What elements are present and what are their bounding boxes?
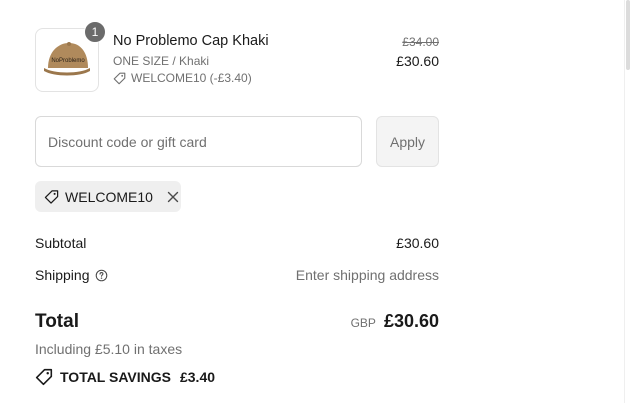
scrollbar[interactable] [626,0,630,70]
product-variant: ONE SIZE / Khaki [113,54,210,68]
help-circle-icon[interactable] [95,269,108,282]
quantity-badge: 1 [84,21,106,43]
total-savings: TOTAL SAVINGS £3.40 [35,368,215,386]
tax-note: Including £5.10 in taxes [35,341,183,357]
product-discount-text: WELCOME10 (-£3.40) [131,71,252,85]
currency-code: GBP [350,316,376,330]
total-amount: £30.60 [383,311,439,331]
tag-icon [113,72,126,84]
remove-discount-button[interactable] [166,189,181,205]
tag-icon [44,189,59,204]
cap-image: NoProblemo [44,42,90,76]
order-summary: NoProblemo 1 No Problemo Cap Khaki ONE S… [0,0,630,403]
close-icon [168,191,179,202]
product-name: No Problemo Cap Khaki [113,33,269,49]
shipping-label: Shipping [35,267,90,283]
shipping-value: Enter shipping address [295,267,439,283]
apply-button[interactable]: Apply [376,116,439,167]
product-discount: WELCOME10 (-£3.40) [113,71,252,85]
subtotal-value: £30.60 [396,235,439,251]
line-price: £30.60 [396,53,439,69]
shipping-row-label: Shipping [35,267,108,283]
panel-divider [624,0,625,403]
subtotal-label: Subtotal [35,235,87,251]
tag-icon [35,368,53,386]
cap-logo-text: NoProblemo [51,58,85,64]
discount-code-input[interactable] [35,116,362,167]
applied-code-text: WELCOME10 [65,188,153,205]
applied-discount-chip: WELCOME10 [35,181,181,212]
savings-amount: £3.40 [179,369,216,385]
total-label: Total [35,311,79,332]
savings-label: TOTAL SAVINGS [60,369,171,385]
original-price: £34.00 [402,35,439,49]
total-value-group: GBP £30.60 [351,311,439,332]
